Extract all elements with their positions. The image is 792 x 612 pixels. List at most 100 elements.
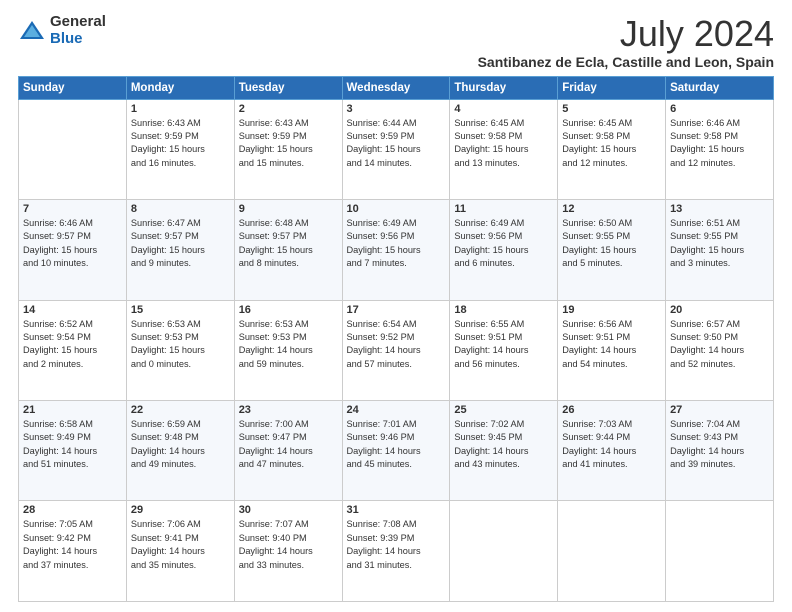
- calendar-cell: 10 Sunrise: 6:49 AMSunset: 9:56 PMDayligh…: [342, 200, 450, 300]
- calendar-cell: 29 Sunrise: 7:06 AMSunset: 9:41 PMDayligh…: [126, 501, 234, 602]
- logo-general-text: General: [50, 14, 106, 31]
- day-info: Sunrise: 6:46 AMSunset: 9:58 PMDaylight:…: [670, 117, 769, 170]
- week-row-1: 1Sunrise: 6:43 AMSunset: 9:59 PMDaylight…: [19, 99, 774, 199]
- day-info: Sunrise: 6:49 AMSunset: 9:56 PMDaylight:…: [347, 217, 446, 270]
- day-number: 18: [454, 304, 553, 316]
- calendar-cell: 18 Sunrise: 6:55 AMSunset: 9:51 PMDayligh…: [450, 300, 558, 400]
- calendar-cell: [19, 99, 127, 199]
- week-row-5: 28Sunrise: 7:05 AMSunset: 9:42 PMDayligh…: [19, 501, 774, 602]
- day-number: 17: [347, 304, 446, 316]
- day-info: Sunrise: 6:45 AMSunset: 9:58 PMDaylight:…: [454, 117, 553, 170]
- weekday-header-saturday: Saturday: [666, 76, 774, 99]
- logo-icon: [18, 17, 46, 45]
- calendar-cell: [666, 501, 774, 602]
- day-info: Sunrise: 6:57 AMSunset: 9:50 PMDaylight:…: [670, 318, 769, 371]
- day-info: Sunrise: 7:06 AMSunset: 9:41 PMDaylight:…: [131, 518, 230, 571]
- day-number: 10: [347, 203, 446, 215]
- calendar-cell: 20 Sunrise: 6:57 AMSunset: 9:50 PMDayligh…: [666, 300, 774, 400]
- location-title: Santibanez de Ecla, Castille and Leon, S…: [478, 54, 774, 70]
- calendar-cell: 2 Sunrise: 6:43 AMSunset: 9:59 PMDaylight…: [234, 99, 342, 199]
- day-info: Sunrise: 6:48 AMSunset: 9:57 PMDaylight:…: [239, 217, 338, 270]
- weekday-header-monday: Monday: [126, 76, 234, 99]
- title-block: July 2024 Santibanez de Ecla, Castille a…: [478, 14, 774, 70]
- calendar-cell: 21 Sunrise: 6:58 AMSunset: 9:49 PMDayligh…: [19, 401, 127, 501]
- logo: General Blue: [18, 14, 106, 47]
- day-number: 29: [131, 504, 230, 516]
- calendar-cell: 16 Sunrise: 6:53 AMSunset: 9:53 PMDayligh…: [234, 300, 342, 400]
- day-number: 30: [239, 504, 338, 516]
- logo-text: General Blue: [50, 14, 106, 47]
- day-info: Sunrise: 7:01 AMSunset: 9:46 PMDaylight:…: [347, 418, 446, 471]
- day-info: Sunrise: 6:55 AMSunset: 9:51 PMDaylight:…: [454, 318, 553, 371]
- day-number: 7: [23, 203, 122, 215]
- weekday-header-friday: Friday: [558, 76, 666, 99]
- day-number: 15: [131, 304, 230, 316]
- day-number: 20: [670, 304, 769, 316]
- calendar-cell: 4 Sunrise: 6:45 AMSunset: 9:58 PMDaylight…: [450, 99, 558, 199]
- calendar-cell: 5 Sunrise: 6:45 AMSunset: 9:58 PMDaylight…: [558, 99, 666, 199]
- calendar-cell: 23Sunrise: 7:00 AMSunset: 9:47 PMDayligh…: [234, 401, 342, 501]
- month-title: July 2024: [478, 14, 774, 54]
- calendar-cell: 28Sunrise: 7:05 AMSunset: 9:42 PMDayligh…: [19, 501, 127, 602]
- day-number: 2: [239, 103, 338, 115]
- day-info: Sunrise: 7:03 AMSunset: 9:44 PMDaylight:…: [562, 418, 661, 471]
- calendar-cell: 14 Sunrise: 6:52 AMSunset: 9:54 PMDayligh…: [19, 300, 127, 400]
- day-info: Sunrise: 6:45 AMSunset: 9:58 PMDaylight:…: [562, 117, 661, 170]
- day-number: 4: [454, 103, 553, 115]
- calendar-cell: [450, 501, 558, 602]
- day-info: Sunrise: 6:54 AMSunset: 9:52 PMDaylight:…: [347, 318, 446, 371]
- logo-blue-text: Blue: [50, 31, 106, 48]
- calendar-cell: 11Sunrise: 6:49 AMSunset: 9:56 PMDayligh…: [450, 200, 558, 300]
- day-number: 26: [562, 404, 661, 416]
- weekday-header-sunday: Sunday: [19, 76, 127, 99]
- calendar-cell: 3 Sunrise: 6:44 AMSunset: 9:59 PMDaylight…: [342, 99, 450, 199]
- day-number: 8: [131, 203, 230, 215]
- day-number: 6: [670, 103, 769, 115]
- day-info: Sunrise: 6:56 AMSunset: 9:51 PMDaylight:…: [562, 318, 661, 371]
- day-number: 25: [454, 404, 553, 416]
- day-number: 24: [347, 404, 446, 416]
- weekday-header-row: SundayMondayTuesdayWednesdayThursdayFrid…: [19, 76, 774, 99]
- day-number: 16: [239, 304, 338, 316]
- calendar-table: SundayMondayTuesdayWednesdayThursdayFrid…: [18, 76, 774, 602]
- day-number: 22: [131, 404, 230, 416]
- day-number: 21: [23, 404, 122, 416]
- calendar-cell: 31Sunrise: 7:08 AMSunset: 9:39 PMDayligh…: [342, 501, 450, 602]
- day-info: Sunrise: 7:08 AMSunset: 9:39 PMDaylight:…: [347, 518, 446, 571]
- day-number: 5: [562, 103, 661, 115]
- calendar-cell: 12 Sunrise: 6:50 AMSunset: 9:55 PMDayligh…: [558, 200, 666, 300]
- day-number: 9: [239, 203, 338, 215]
- day-number: 3: [347, 103, 446, 115]
- day-info: Sunrise: 6:59 AMSunset: 9:48 PMDaylight:…: [131, 418, 230, 471]
- day-number: 14: [23, 304, 122, 316]
- day-info: Sunrise: 6:52 AMSunset: 9:54 PMDaylight:…: [23, 318, 122, 371]
- calendar-cell: [558, 501, 666, 602]
- day-info: Sunrise: 6:53 AMSunset: 9:53 PMDaylight:…: [131, 318, 230, 371]
- day-info: Sunrise: 6:58 AMSunset: 9:49 PMDaylight:…: [23, 418, 122, 471]
- calendar-cell: 30Sunrise: 7:07 AMSunset: 9:40 PMDayligh…: [234, 501, 342, 602]
- day-number: 11: [454, 203, 553, 215]
- day-number: 13: [670, 203, 769, 215]
- calendar-cell: 25Sunrise: 7:02 AMSunset: 9:45 PMDayligh…: [450, 401, 558, 501]
- calendar-cell: 7Sunrise: 6:46 AMSunset: 9:57 PMDaylight…: [19, 200, 127, 300]
- day-info: Sunrise: 6:44 AMSunset: 9:59 PMDaylight:…: [347, 117, 446, 170]
- week-row-4: 21 Sunrise: 6:58 AMSunset: 9:49 PMDayligh…: [19, 401, 774, 501]
- day-number: 28: [23, 504, 122, 516]
- page: General Blue July 2024 Santibanez de Ecl…: [0, 0, 792, 612]
- day-info: Sunrise: 7:00 AMSunset: 9:47 PMDaylight:…: [239, 418, 338, 471]
- day-info: Sunrise: 6:51 AMSunset: 9:55 PMDaylight:…: [670, 217, 769, 270]
- calendar-cell: 19Sunrise: 6:56 AMSunset: 9:51 PMDayligh…: [558, 300, 666, 400]
- weekday-header-thursday: Thursday: [450, 76, 558, 99]
- day-number: 12: [562, 203, 661, 215]
- day-number: 27: [670, 404, 769, 416]
- day-info: Sunrise: 6:53 AMSunset: 9:53 PMDaylight:…: [239, 318, 338, 371]
- calendar-cell: 6 Sunrise: 6:46 AMSunset: 9:58 PMDaylight…: [666, 99, 774, 199]
- day-info: Sunrise: 6:50 AMSunset: 9:55 PMDaylight:…: [562, 217, 661, 270]
- day-info: Sunrise: 6:43 AMSunset: 9:59 PMDaylight:…: [239, 117, 338, 170]
- week-row-2: 7Sunrise: 6:46 AMSunset: 9:57 PMDaylight…: [19, 200, 774, 300]
- calendar-cell: 1Sunrise: 6:43 AMSunset: 9:59 PMDaylight…: [126, 99, 234, 199]
- calendar-cell: 24 Sunrise: 7:01 AMSunset: 9:46 PMDayligh…: [342, 401, 450, 501]
- day-info: Sunrise: 7:04 AMSunset: 9:43 PMDaylight:…: [670, 418, 769, 471]
- weekday-header-wednesday: Wednesday: [342, 76, 450, 99]
- day-info: Sunrise: 6:43 AMSunset: 9:59 PMDaylight:…: [131, 117, 230, 170]
